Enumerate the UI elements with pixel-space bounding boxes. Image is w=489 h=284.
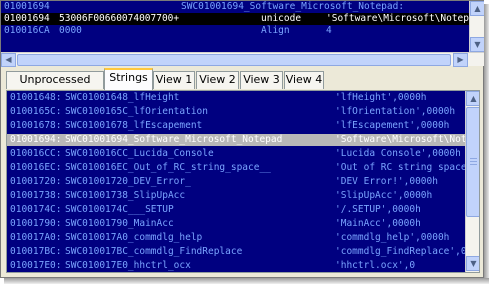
- string-value: 'Lucida Console',0000h: [335, 148, 461, 159]
- listing-row[interactable]: 010016CA 0000 Align 4: [1, 25, 469, 37]
- string-value: 'commdlg_FindReplace',0000h: [335, 246, 465, 257]
- string-value: 'hhctrl.ocx',0: [335, 260, 416, 271]
- string-label: SWC010017BC_commdlg_FindReplace: [65, 246, 243, 257]
- listing-label: SWC01001694_Software_Microsoft_Notepad:: [181, 1, 405, 12]
- view-tabs: Unprocessed data Strings View 1 View 2 V…: [1, 68, 484, 102]
- scroll-up-icon[interactable]: ▲: [466, 91, 479, 106]
- horizontal-scroll-thumb[interactable]: [17, 54, 451, 66]
- tab-strings[interactable]: Strings: [104, 68, 153, 90]
- string-address: 010016EC:: [10, 162, 62, 173]
- scroll-right-icon[interactable]: ▶: [453, 53, 468, 67]
- scroll-down-icon[interactable]: ▼: [466, 256, 479, 271]
- scroll-left-icon[interactable]: ◀: [1, 53, 16, 67]
- vertical-scroll-thumb[interactable]: [466, 107, 479, 217]
- string-value: 'Software\Microsoft\Notepad': [335, 134, 465, 145]
- string-row[interactable]: 0100174C: SWC0100174C___SETUP '/.SETUP',00…: [7, 204, 465, 216]
- string-row[interactable]: 010017A0: SWC010017A0_commdlg_help 'commdl…: [7, 232, 465, 244]
- tab-view-3[interactable]: View 3: [240, 71, 283, 89]
- listing-address: 01001694: [4, 13, 50, 24]
- listing-address: 010016CA: [4, 25, 50, 36]
- listing-address: 01001694: [4, 1, 50, 12]
- string-address: 010017BC:: [10, 246, 62, 257]
- tab-unprocessed-data[interactable]: Unprocessed data: [6, 71, 104, 102]
- string-label: SWC01001720_DEV_Error_: [65, 176, 191, 187]
- disassembler-window: 01001694 SWC01001694_Software_Microsoft_…: [0, 0, 484, 278]
- string-address: 01001694:: [10, 134, 62, 145]
- string-label: SWC010016CC_Lucida_Console: [65, 148, 214, 159]
- string-address: 01001648:: [10, 92, 62, 103]
- string-label: SWC010017E0_hhctrl_ocx: [65, 260, 191, 271]
- string-row[interactable]: 01001738: SWC01001738_SlipUpAcc 'SlipUpAcc…: [7, 190, 465, 202]
- string-label: SWC0100174C___SETUP: [65, 204, 174, 215]
- listing-operand: 4: [326, 25, 332, 36]
- string-label: SWC01001648_lfHeight: [65, 92, 180, 103]
- string-value: 'Out of RC string space!!: [335, 162, 465, 173]
- string-address: 0100174C:: [10, 204, 62, 215]
- listing-row[interactable]: 01001694 SWC01001694_Software_Microsoft_…: [1, 1, 469, 13]
- string-label: SWC01001678_lfEscapement: [65, 120, 203, 131]
- string-value: 'DEV Error!',0000h: [335, 176, 438, 187]
- string-value: 'lfOrientation',0000h: [335, 106, 456, 117]
- string-value: '/.SETUP',0000h: [335, 204, 421, 215]
- string-row[interactable]: 01001720: SWC01001720_DEV_Error_ 'DEV Erro…: [7, 176, 465, 188]
- listing-kind: Align: [261, 25, 290, 36]
- string-row[interactable]: 01001790: SWC01001790_MainAcc 'MainAcc',00…: [7, 218, 465, 230]
- string-address: 0100165C:: [10, 106, 62, 117]
- string-row-selected[interactable]: 01001694: SWC01001694_Software_Microsoft_…: [7, 134, 465, 146]
- listing-bytes: 53006F00660074007700+: [59, 13, 180, 24]
- string-address: 01001738:: [10, 190, 62, 201]
- string-row[interactable]: 010016CC: SWC010016CC_Lucida_Console 'Luci…: [7, 148, 465, 160]
- listing-vertical-scrollbar[interactable]: ▲ ▼: [469, 1, 484, 52]
- strings-pane: 01001648: SWC01001648_lfHeight 'lfHeight',…: [6, 90, 480, 273]
- string-row[interactable]: 010016EC: SWC010016EC_Out_of_RC_string_sp…: [7, 162, 465, 174]
- string-value: 'lfEscapement',0000h: [335, 120, 450, 131]
- scroll-up-icon[interactable]: ▲: [470, 1, 484, 16]
- tab-view-1[interactable]: View 1: [153, 71, 195, 89]
- tab-view-2[interactable]: View 2: [196, 71, 239, 89]
- strings-list[interactable]: 01001648: SWC01001648_lfHeight 'lfHeight',…: [7, 91, 465, 272]
- string-value: 'SlipUpAcc',0000h: [335, 190, 433, 201]
- string-value: 'lfHeight',0000h: [335, 92, 427, 103]
- string-label: SWC010017A0_commdlg_help: [65, 232, 203, 243]
- listing-row-selected[interactable]: 01001694 53006F00660074007700+ unicode '…: [1, 13, 469, 25]
- string-label: SWC0100165C_lfOrientation: [65, 106, 208, 117]
- listing-pane[interactable]: 01001694 SWC01001694_Software_Microsoft_…: [1, 1, 484, 52]
- string-label: SWC010016EC_Out_of_RC_string_space__: [65, 162, 271, 173]
- string-address: 010017E0:: [10, 260, 62, 271]
- string-label: SWC01001738_SlipUpAcc: [65, 190, 186, 201]
- string-row[interactable]: 010017BC: SWC010017BC_commdlg_FindReplace…: [7, 246, 465, 258]
- listing-bytes: 0000: [59, 25, 82, 36]
- string-value: 'commdlg_help',0000h: [335, 232, 450, 243]
- string-label: SWC01001790_MainAcc: [65, 218, 174, 229]
- listing-kind: unicode: [261, 13, 302, 24]
- strings-vertical-scrollbar[interactable]: ▲ ▼: [465, 91, 479, 272]
- string-row[interactable]: 01001648: SWC01001648_lfHeight 'lfHeight',…: [7, 92, 465, 104]
- listing-operand: 'Software\Microsoft\Notepad': [326, 13, 469, 24]
- string-address: 01001678:: [10, 120, 62, 131]
- string-address: 010017A0:: [10, 232, 62, 243]
- scroll-down-icon[interactable]: ▼: [470, 37, 484, 52]
- string-label: SWC01001694_Software_Microsoft_Notepad: [65, 134, 283, 145]
- string-row[interactable]: 010017E0: SWC010017E0_hhctrl_ocx 'hhctrl.o…: [7, 260, 465, 272]
- string-row[interactable]: 0100165C: SWC0100165C_lfOrientation 'lfOri…: [7, 106, 465, 118]
- listing-horizontal-scrollbar[interactable]: ◀ ▶: [1, 52, 484, 67]
- string-row[interactable]: 01001678: SWC01001678_lfEscapement 'lfEsca…: [7, 120, 465, 132]
- string-address: 01001720:: [10, 176, 62, 187]
- string-address: 010016CC:: [10, 148, 62, 159]
- string-value: 'MainAcc',0000h: [335, 218, 421, 229]
- string-address: 01001790:: [10, 218, 62, 229]
- tab-view-4[interactable]: View 4: [284, 71, 324, 89]
